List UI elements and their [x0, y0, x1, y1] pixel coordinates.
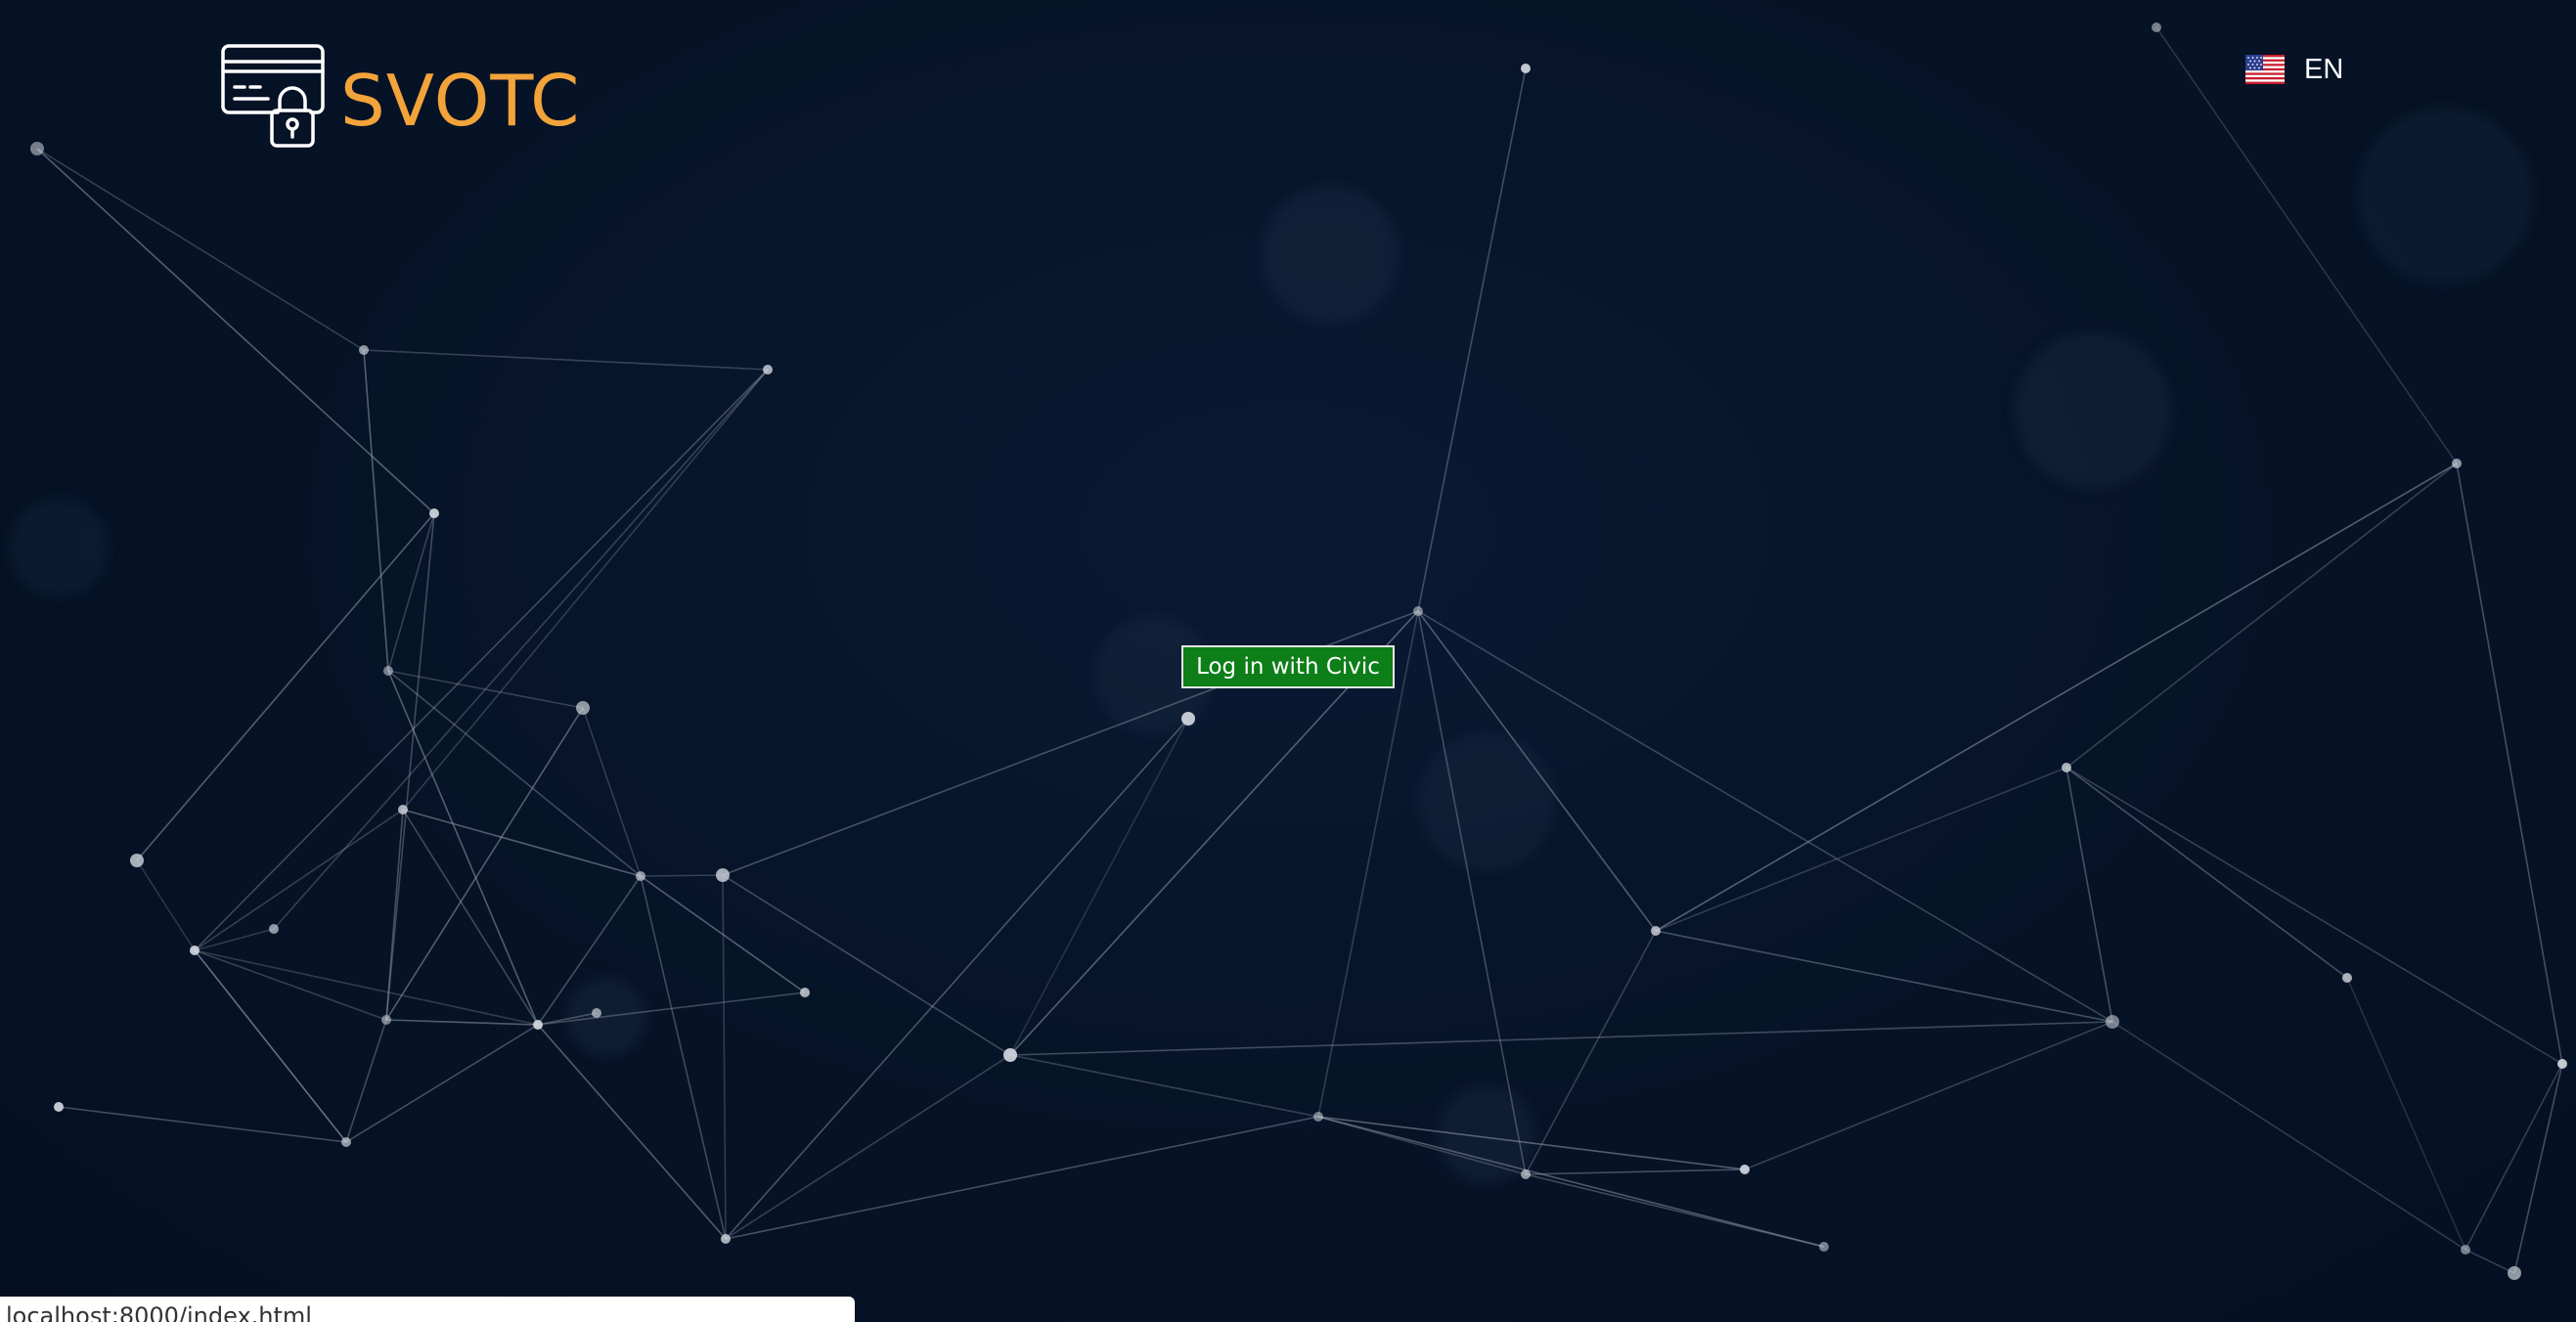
- network-edge: [1525, 930, 1657, 1175]
- network-edge: [136, 859, 196, 951]
- network-edge: [1009, 1054, 1319, 1118]
- network-edge: [1009, 718, 1189, 1056]
- network-edge: [725, 1054, 1011, 1240]
- network-edge: [2456, 463, 2563, 1065]
- network-node: [1651, 926, 1661, 936]
- network-edge: [1525, 1173, 1825, 1248]
- network-edge: [2065, 767, 2563, 1065]
- network-node: [1003, 1048, 1017, 1062]
- network-edge: [385, 809, 404, 1021]
- network-edge: [582, 707, 642, 877]
- brand-logo[interactable]: SVOTC: [219, 41, 580, 151]
- network-node: [1740, 1165, 1750, 1174]
- network-node: [54, 1102, 64, 1112]
- us-flag-icon: [2245, 55, 2285, 84]
- network-edge: [194, 928, 275, 951]
- network-edge: [1744, 1021, 2113, 1170]
- network-node: [2452, 459, 2462, 468]
- network-edge: [725, 718, 1189, 1240]
- network-node: [636, 871, 645, 881]
- network-node: [716, 868, 730, 882]
- brand-name: SVOTC: [340, 60, 581, 142]
- language-selector[interactable]: EN: [2245, 55, 2343, 84]
- network-node: [800, 988, 810, 997]
- network-edge: [363, 349, 769, 371]
- network-node: [30, 142, 44, 155]
- network-edge: [725, 1116, 1319, 1240]
- network-edge: [36, 148, 365, 351]
- network-edge: [2465, 1063, 2563, 1251]
- login-civic-button[interactable]: Log in with Civic: [1181, 645, 1395, 688]
- network-edge: [385, 512, 435, 1021]
- network-node: [592, 1008, 601, 1018]
- network-edge: [36, 148, 435, 514]
- network-node: [429, 508, 439, 518]
- network-edge: [1655, 930, 2113, 1023]
- network-edge: [402, 369, 769, 811]
- network-node: [2152, 22, 2161, 32]
- network-node: [721, 1234, 731, 1244]
- network-edge: [194, 949, 347, 1143]
- network-node: [2106, 1015, 2119, 1029]
- network-node: [576, 701, 590, 715]
- network-edge: [345, 1019, 387, 1143]
- network-edge: [2065, 767, 2348, 979]
- network-node: [2508, 1266, 2521, 1280]
- network-node: [2557, 1059, 2567, 1069]
- network-node: [533, 1020, 543, 1030]
- network-node: [1521, 64, 1531, 73]
- network-node: [1521, 1169, 1531, 1179]
- network-edge: [387, 670, 539, 1026]
- network-node: [763, 365, 773, 375]
- network-edge: [2346, 977, 2466, 1251]
- network-edge: [194, 809, 404, 951]
- network-node: [1181, 712, 1195, 726]
- page: SVOTC EN Log in with Civic localhost:800…: [0, 0, 2576, 1322]
- network-node: [1313, 1112, 1323, 1122]
- network-edge: [2065, 463, 2458, 769]
- network-edge: [722, 874, 727, 1240]
- network-edge: [136, 512, 435, 861]
- network-edge: [1655, 767, 2067, 932]
- network-edge: [385, 707, 584, 1021]
- card-lock-icon: [221, 44, 325, 148]
- network-edge: [2111, 1021, 2466, 1251]
- network-node: [190, 946, 200, 955]
- network-node: [1413, 606, 1423, 616]
- network-node: [381, 1015, 391, 1025]
- network-edge: [640, 874, 724, 877]
- network-node: [2461, 1245, 2470, 1255]
- network-node: [398, 805, 408, 815]
- network-node: [269, 924, 279, 934]
- network-edge: [1009, 1021, 2113, 1056]
- network-edge: [537, 1024, 727, 1240]
- browser-status-bar: localhost:8000/index.html: [0, 1297, 855, 1322]
- network-edge: [363, 349, 389, 672]
- network-node: [359, 345, 369, 355]
- network-edge: [2465, 1249, 2515, 1274]
- network-edge: [345, 1024, 539, 1143]
- network-edge: [2513, 1063, 2563, 1274]
- network-node: [2342, 973, 2352, 983]
- network-edge: [273, 369, 769, 930]
- language-label: EN: [2304, 53, 2344, 85]
- network-edge: [1525, 1168, 1746, 1175]
- network-edge: [640, 875, 727, 1240]
- network-edge: [2065, 767, 2113, 1023]
- network-edge: [1417, 67, 1527, 612]
- network-node: [383, 666, 393, 676]
- network-node: [130, 854, 144, 867]
- status-url: localhost:8000/index.html: [6, 1302, 312, 1322]
- network-node: [2062, 763, 2071, 772]
- network-node: [1819, 1242, 1829, 1252]
- network-node: [341, 1137, 351, 1147]
- network-edge: [1655, 463, 2458, 932]
- network-edge: [194, 369, 769, 951]
- network-edge: [58, 1106, 347, 1143]
- network-edge: [194, 949, 539, 1026]
- network-edge: [1317, 1116, 1825, 1248]
